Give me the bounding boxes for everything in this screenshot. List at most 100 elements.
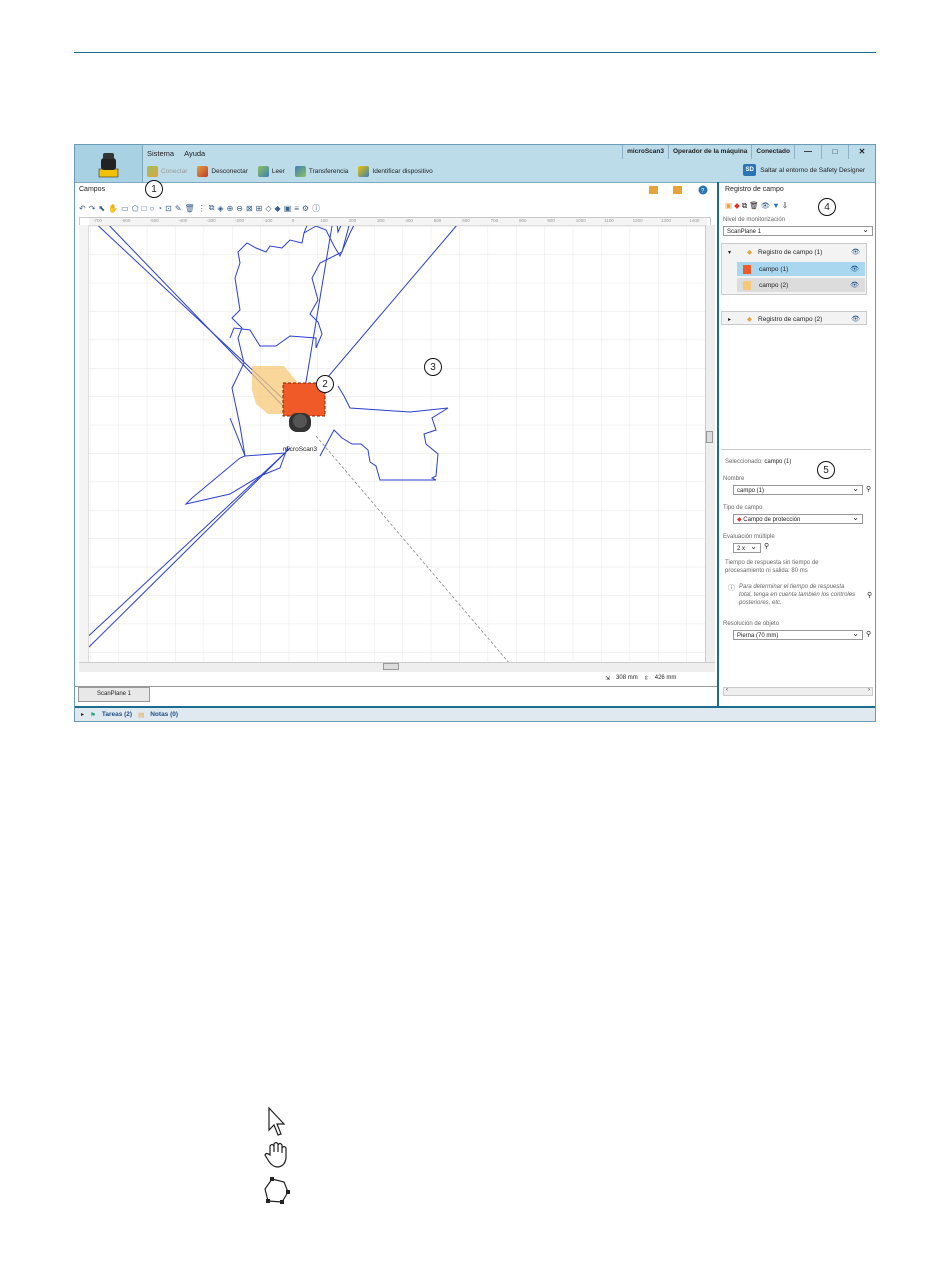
scroll-left-icon[interactable]: ‹: [726, 687, 728, 693]
connect-icon: [147, 165, 158, 177]
info-note-box: ⓘ Para determinar el tiempo de respuesta…: [725, 581, 875, 615]
ruler-tick-label: 300: [377, 218, 385, 223]
line-icon[interactable]: ▭: [121, 204, 129, 213]
field-contour-icon[interactable]: ◇: [265, 204, 271, 213]
canvas-grid: [80, 218, 710, 664]
panel-header-icons: ?: [649, 185, 708, 195]
copy-field-icon[interactable]: ⧉: [742, 201, 747, 211]
select-arrow-icon[interactable]: ⬉: [98, 204, 105, 213]
tree-group-1-header[interactable]: ▾ ◆ Registro de campo (1) 👁: [722, 245, 866, 259]
eye-icon[interactable]: 👁: [850, 265, 859, 273]
zoom-out-icon[interactable]: ⊖: [236, 204, 243, 213]
panel-divider[interactable]: [717, 182, 719, 706]
properties-hscrollbar[interactable]: ‹ ›: [723, 687, 873, 696]
reference-contour-icon[interactable]: ◆: [275, 204, 281, 213]
vertical-scroll-thumb[interactable]: [706, 431, 713, 443]
scroll-right-icon[interactable]: ›: [868, 687, 870, 693]
insert-icon[interactable]: ⊡: [165, 204, 172, 213]
field-register-group-2[interactable]: ▸ ◆ Registro de campo (2) 👁: [721, 311, 867, 325]
ruler-tick-label: 900: [547, 218, 555, 223]
visibility-icon[interactable]: 👁: [761, 201, 771, 211]
multiple-evaluation-select[interactable]: 2 x: [733, 542, 761, 553]
field-type-select[interactable]: ◆ Campo de protección: [733, 513, 863, 524]
zoom-area-icon[interactable]: ⊞: [256, 204, 263, 213]
name-input[interactable]: campo (1): [733, 484, 863, 495]
read-icon: [257, 165, 269, 177]
brush-icon[interactable]: ✎: [175, 204, 182, 213]
menu-ayuda[interactable]: Ayuda: [184, 149, 205, 158]
y-coordinate-icon: ⇳: [643, 676, 649, 682]
fill-icon[interactable]: ◈: [217, 204, 223, 213]
polygon-icon[interactable]: ⬠: [132, 204, 139, 213]
read-button[interactable]: Leer: [257, 165, 285, 177]
info-circle-icon: ⓘ: [728, 585, 735, 592]
transfer-button[interactable]: Transferencia: [294, 165, 348, 177]
info-help-icon[interactable]: ⚲: [867, 591, 872, 599]
zoom-in-icon[interactable]: ⊕: [227, 204, 234, 213]
tab-scanplane-1[interactable]: ScanPlane 1: [78, 687, 150, 702]
delete-field-icon[interactable]: 🗑: [749, 201, 759, 211]
circle-sector-icon[interactable]: ◔: [157, 204, 162, 213]
field-set-icon: ◆: [747, 316, 753, 323]
eye-icon[interactable]: 👁: [851, 315, 860, 323]
ruler-tick-label: 0: [291, 218, 295, 223]
add-field-set-icon[interactable]: ▣: [725, 201, 732, 211]
connect-button[interactable]: Conectar: [147, 165, 187, 177]
field-drawing[interactable]: microScan3: [80, 218, 710, 664]
rectangle-icon[interactable]: □: [142, 204, 147, 213]
tree-item-campo-1[interactable]: campo (1) 👁: [737, 262, 865, 276]
monitoring-level-select[interactable]: ScanPlane 1: [723, 225, 873, 236]
redo-icon[interactable]: ↷: [89, 204, 96, 213]
identify-device-button[interactable]: Identificar dispositivo: [358, 165, 433, 177]
ruler-tick-label: 200: [348, 218, 357, 223]
name-label: Nombre: [723, 476, 745, 482]
app-header: Sistema Ayuda microScan3 Operador de la …: [75, 145, 875, 183]
disconnect-button[interactable]: Desconectar: [197, 165, 248, 177]
info-icon[interactable]: ⓘ: [312, 203, 320, 214]
object-resolution-select[interactable]: Pierna (70 mm): [733, 629, 863, 640]
undo-icon[interactable]: ↶: [79, 204, 86, 213]
minimize-button[interactable]: —: [794, 145, 821, 159]
settings-wrench-icon[interactable]: ⚙: [302, 204, 309, 213]
horizontal-scroll-thumb[interactable]: [383, 663, 399, 670]
tree-item-campo-2[interactable]: campo (2) 👁: [737, 278, 865, 292]
delete-icon[interactable]: 🗑: [185, 204, 195, 213]
page-top-rule: [74, 52, 876, 53]
resolution-help-icon[interactable]: ⚲: [866, 630, 871, 638]
eye-icon[interactable]: 👁: [851, 248, 860, 256]
ruler-tick-label: -600: [121, 218, 131, 223]
ruler-tick-label: -500: [149, 218, 159, 223]
tasks-link[interactable]: Tareas (2): [102, 711, 132, 718]
tree-group-2-header[interactable]: ▸ ◆ Registro de campo (2) 👁: [722, 312, 866, 326]
eye-icon[interactable]: 👁: [850, 281, 859, 289]
field-editor-canvas[interactable]: microScan3: [79, 217, 711, 665]
safety-designer-button[interactable]: SD Saltar al entorno de Safety Designer: [743, 164, 865, 176]
notes-link[interactable]: Notas (0): [150, 711, 178, 718]
close-button[interactable]: ✕: [848, 145, 875, 159]
expand-arrow-icon[interactable]: ▸: [728, 316, 731, 323]
add-field-icon[interactable]: ◆: [734, 201, 740, 211]
notes-icon: ▤: [138, 711, 145, 719]
evaluation-help-icon[interactable]: ⚲: [764, 542, 769, 550]
layers-icon[interactable]: ≡: [294, 204, 299, 213]
collapse-arrow-icon[interactable]: ▾: [728, 249, 731, 256]
name-help-icon[interactable]: ⚲: [866, 485, 871, 493]
field-filter-icon[interactable]: ▼: [772, 201, 779, 211]
circle-icon[interactable]: ○: [149, 204, 154, 213]
menu-sistema[interactable]: Sistema: [147, 149, 174, 158]
identify-device-label: Identificar dispositivo: [372, 167, 433, 175]
zoom-fit-icon[interactable]: ⊠: [246, 204, 253, 213]
grid-icon[interactable]: ⋮: [198, 204, 206, 213]
hand-pan-icon[interactable]: ✋: [108, 204, 118, 213]
properties-divider: [721, 449, 871, 450]
maximize-button[interactable]: □: [821, 145, 848, 159]
scanner-device[interactable]: [289, 413, 311, 432]
export-icon[interactable]: [649, 186, 658, 194]
import-icon[interactable]: [673, 186, 682, 194]
expand-tasks-icon[interactable]: ▸: [81, 711, 84, 718]
vertical-scrollbar[interactable]: [705, 225, 715, 663]
copy-icon[interactable]: ⧉: [209, 203, 215, 213]
import-field-icon[interactable]: ⇩: [782, 201, 788, 211]
background-image-icon[interactable]: ▣: [284, 204, 292, 213]
ruler-tick-label: 700: [490, 218, 499, 223]
